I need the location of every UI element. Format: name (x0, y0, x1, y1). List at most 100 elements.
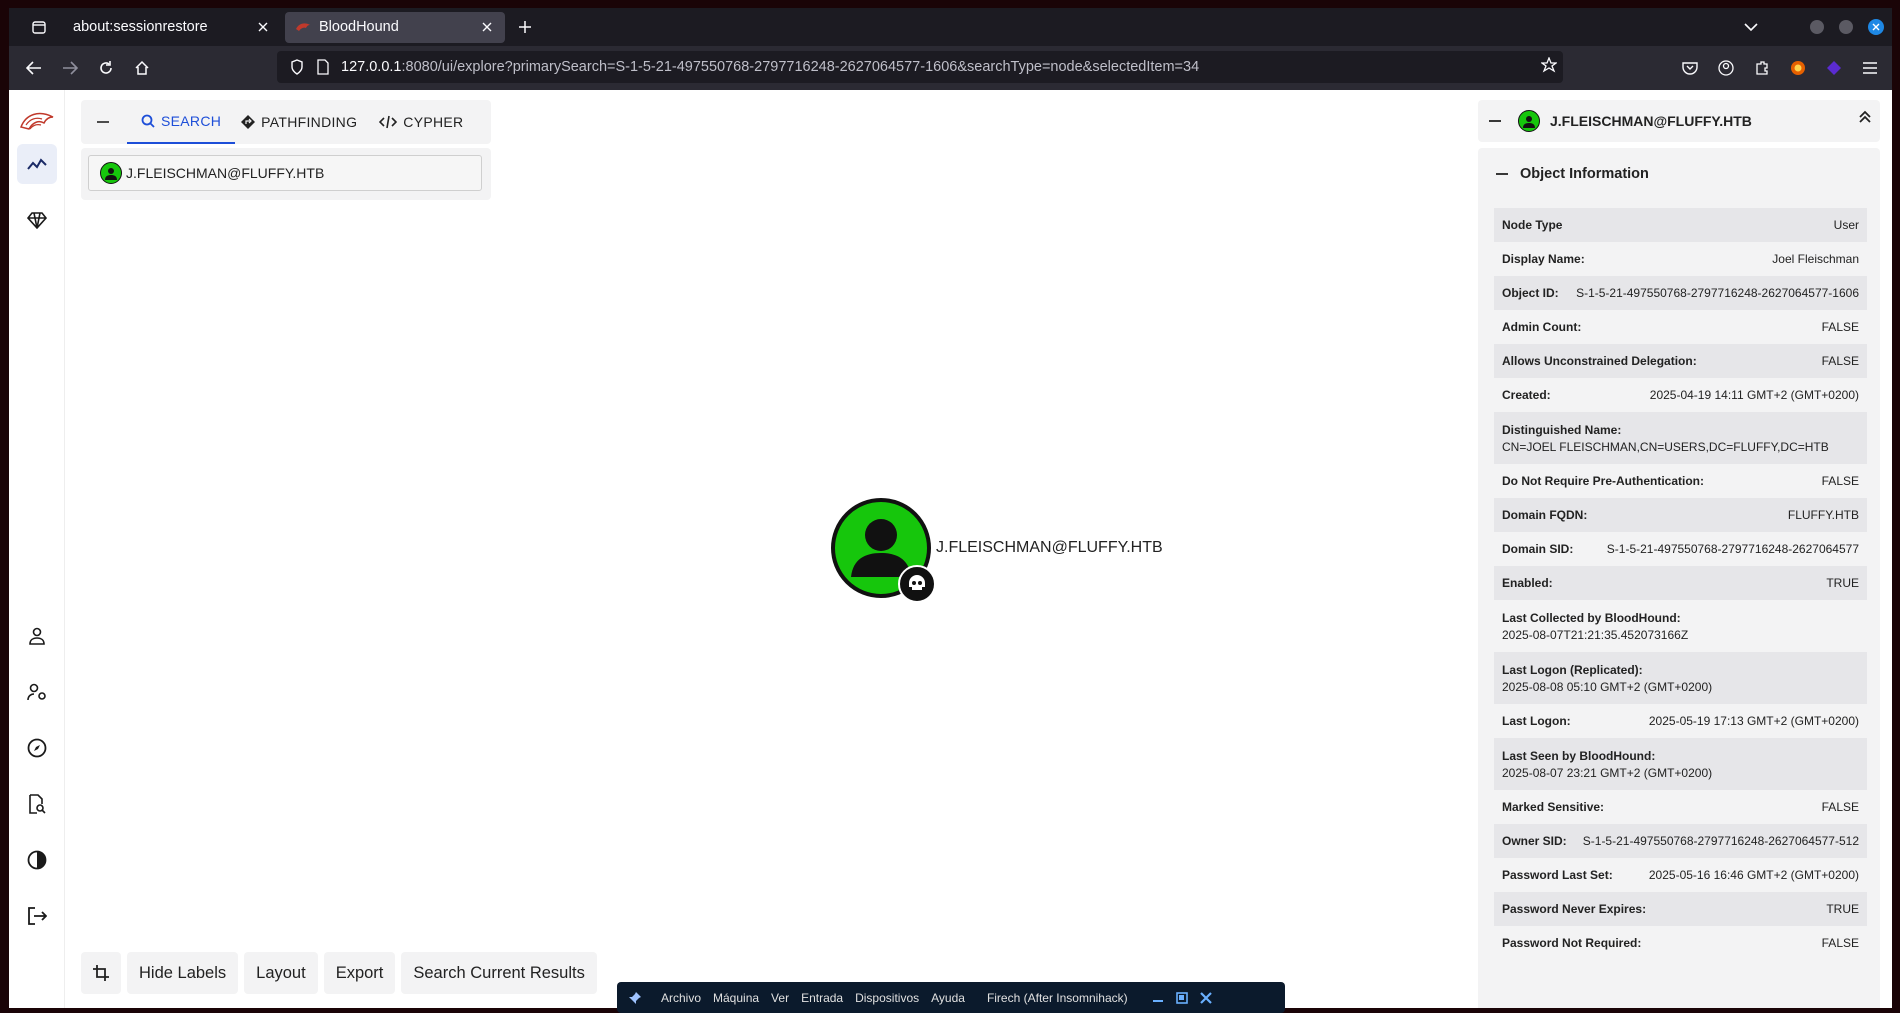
collapse-icon[interactable] (1478, 100, 1512, 142)
property-key: Domain SID: (1502, 542, 1574, 556)
reload-icon[interactable] (89, 52, 123, 84)
firefox-view-icon[interactable] (19, 11, 59, 43)
close-window-button[interactable] (1868, 19, 1884, 35)
side-nav (9, 90, 65, 1008)
property-value: FALSE (1821, 320, 1859, 334)
section-header[interactable]: Object Information (1478, 148, 1880, 200)
wappalyzer-extension-icon[interactable] (1816, 52, 1852, 84)
tab-bar: about:sessionrestore BloodHound (9, 8, 1892, 46)
logout-icon[interactable] (17, 896, 57, 936)
property-row: Last Logon: 2025-05-19 17:13 GMT+2 (GMT+0… (1494, 704, 1867, 738)
browser-window: about:sessionrestore BloodHound 127.0.0.… (9, 8, 1892, 1008)
home-icon[interactable] (125, 52, 159, 84)
property-key: Password Last Set: (1502, 868, 1613, 882)
shield-icon[interactable] (283, 59, 311, 75)
back-icon[interactable] (17, 52, 51, 84)
document-search-icon[interactable] (17, 784, 57, 824)
extensions-icon[interactable] (1744, 52, 1780, 84)
menu-archivo[interactable]: Archivo (661, 991, 701, 1005)
property-value: 2025-08-08 05:10 GMT+2 (GMT+0200) (1502, 679, 1713, 694)
graph-node-user[interactable] (831, 498, 936, 603)
crop-button[interactable] (81, 952, 121, 994)
dark-mode-icon[interactable] (17, 840, 57, 880)
export-button[interactable]: Export (323, 952, 396, 994)
close-icon[interactable] (1194, 991, 1218, 1004)
property-row: Password Not Required: FALSE (1494, 926, 1867, 960)
bookmark-star-icon[interactable] (1541, 57, 1557, 73)
property-key: Enabled: (1502, 576, 1553, 590)
property-value: CN=JOEL FLEISCHMAN,CN=USERS,DC=FLUFFY,DC… (1502, 439, 1829, 454)
user-settings-icon[interactable] (17, 672, 57, 712)
account-icon[interactable] (1708, 52, 1744, 84)
property-row: Admin Count: FALSE (1494, 310, 1867, 344)
property-key: Password Not Required: (1502, 936, 1642, 950)
explore-tabs: SEARCH PATHFINDING CYPHER (81, 100, 491, 144)
menu-ayuda[interactable]: Ayuda (931, 991, 965, 1005)
property-value: FALSE (1821, 800, 1859, 814)
maximize-button[interactable] (1839, 20, 1853, 34)
pocket-icon[interactable] (1672, 52, 1708, 84)
foxyproxy-extension-icon[interactable] (1780, 52, 1816, 84)
menu-icon[interactable] (1852, 52, 1888, 84)
close-icon[interactable] (255, 19, 271, 35)
directions-icon (241, 115, 256, 129)
property-key: Node Type (1502, 218, 1563, 232)
chevron-down-icon[interactable] (1736, 12, 1766, 42)
vm-name: Firech (After Insomnihack) (986, 990, 1128, 1005)
property-value: 2025-08-07 23:21 GMT+2 (GMT+0200) (1502, 765, 1713, 780)
gem-icon[interactable] (17, 200, 57, 240)
tab-sessionrestore[interactable]: about:sessionrestore (63, 12, 281, 43)
property-row: Allows Unconstrained Delegation: FALSE (1494, 344, 1867, 378)
section-title: Object Information (1520, 166, 1649, 182)
explore-icon[interactable] (17, 144, 57, 184)
property-value: 2025-08-07T21:21:35.452073166Z (1502, 627, 1689, 642)
compass-icon[interactable] (17, 728, 57, 768)
page-icon[interactable] (311, 59, 335, 75)
toolbar-extensions (1672, 52, 1888, 84)
tab-label: CYPHER (403, 114, 464, 130)
property-row: Last Collected by BloodHound: 2025-08-07T… (1494, 600, 1867, 652)
tab-cypher[interactable]: CYPHER (371, 100, 477, 144)
menu-dispositivos[interactable]: Dispositivos (855, 991, 919, 1005)
menu-maquina[interactable]: Máquina (713, 991, 759, 1005)
search-current-results-button[interactable]: Search Current Results (401, 952, 597, 994)
property-list: Node Type User Display Name: Joel Fleischm… (1494, 208, 1867, 960)
tab-title: BloodHound (319, 19, 399, 35)
property-row: Password Last Set: 2025-05-16 16:46 GMT+2… (1494, 858, 1867, 892)
collapse-icon[interactable] (1484, 148, 1520, 200)
property-key: Last Logon (Replicated): (1502, 662, 1643, 677)
property-value: FALSE (1821, 474, 1859, 488)
property-value: TRUE (1826, 902, 1859, 916)
chevron-double-up-icon[interactable] (1858, 110, 1872, 124)
tab-bloodhound[interactable]: BloodHound (285, 11, 505, 43)
bloodhound-app: SEARCH PATHFINDING CYPHER J.FLEISCHMAN@F… (9, 90, 1892, 1008)
bloodhound-logo-icon[interactable] (17, 100, 57, 140)
user-icon[interactable] (17, 616, 57, 656)
property-value: 2025-04-19 14:11 GMT+2 (GMT+0200) (1649, 388, 1859, 402)
search-icon (141, 114, 155, 128)
property-value: TRUE (1826, 576, 1859, 590)
menu-ver[interactable]: Ver (771, 991, 789, 1005)
address-bar[interactable]: 127.0.0.1:8080/ui/explore?primarySearch=… (277, 51, 1563, 83)
menu-entrada[interactable]: Entrada (801, 991, 843, 1005)
collapse-icon[interactable] (81, 100, 125, 144)
hide-labels-button[interactable]: Hide Labels (127, 952, 239, 994)
close-icon[interactable] (479, 19, 495, 35)
minimize-button[interactable] (1810, 20, 1824, 34)
property-key: Last Seen by BloodHound: (1502, 748, 1656, 763)
tab-search[interactable]: SEARCH (127, 100, 236, 144)
search-input[interactable]: J.FLEISCHMAN@FLUFFY.HTB (88, 155, 482, 191)
property-row: Last Seen by BloodHound: 2025-08-07 23:21… (1494, 738, 1867, 790)
forward-icon[interactable] (53, 52, 87, 84)
layout-button[interactable]: Layout (244, 952, 318, 994)
property-row: Password Never Expires: TRUE (1494, 892, 1867, 926)
minimize-icon[interactable] (1146, 992, 1170, 1004)
tab-label: PATHFINDING (261, 114, 358, 130)
tab-title: about:sessionrestore (73, 19, 208, 35)
restore-icon[interactable] (1170, 991, 1194, 1004)
new-tab-icon[interactable] (509, 11, 541, 43)
user-node-icon (100, 162, 122, 184)
tab-pathfinding[interactable]: PATHFINDING (235, 100, 371, 144)
pin-icon[interactable] (621, 991, 649, 1005)
property-key: Allows Unconstrained Delegation: (1502, 354, 1697, 368)
